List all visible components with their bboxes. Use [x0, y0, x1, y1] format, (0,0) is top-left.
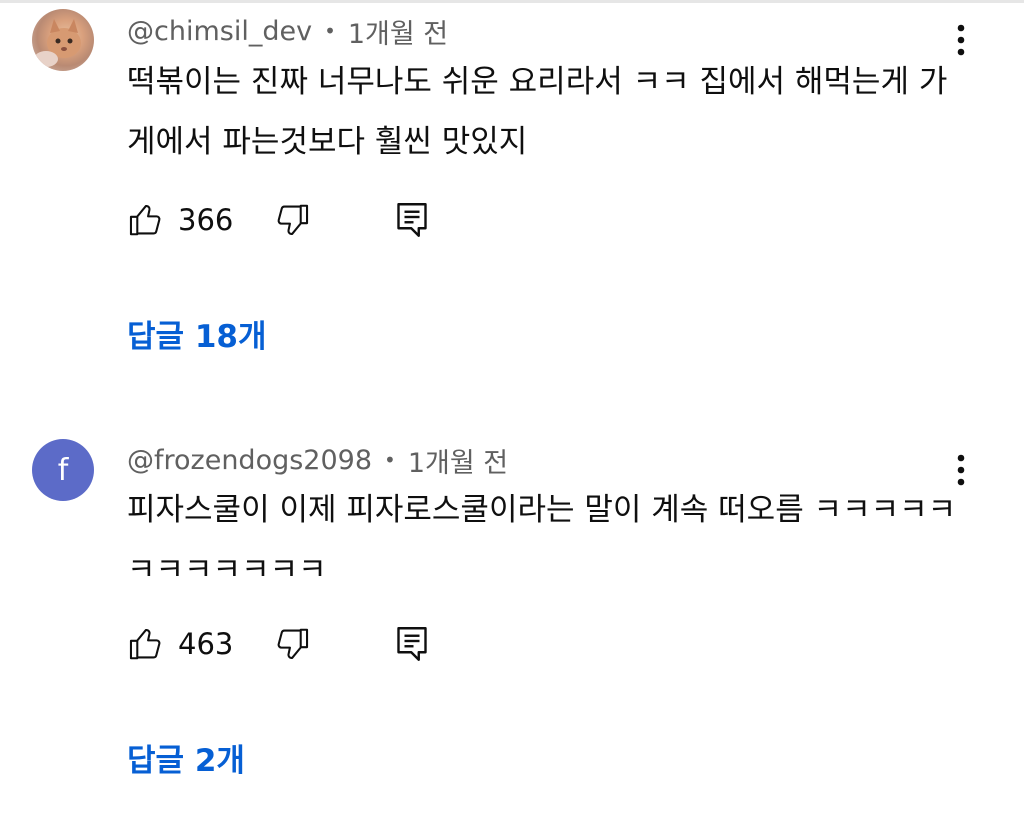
comment-meta: @frozendogs2098 • 1개월 전 [127, 440, 508, 480]
cat-photo-avatar-icon [34, 19, 81, 67]
avatar[interactable] [32, 9, 94, 71]
avatar-letter: f [57, 452, 69, 488]
comment-text: 떡볶이는 진짜 너무나도 쉬운 요리라서 ㅋㅋ 집에서 해먹는게 가게에서 파는… [127, 64, 948, 160]
avatar[interactable]: f [32, 439, 94, 501]
comment-time: 1개월 전 [347, 18, 449, 50]
meta-separator: • [324, 19, 336, 43]
thumbs-up-icon [129, 205, 161, 236]
like-count: 366 [178, 203, 234, 237]
thumbs-down-icon [277, 204, 309, 235]
author-name[interactable]: @frozendogs2098 [127, 445, 372, 476]
meta-separator: • [384, 448, 396, 472]
like-button[interactable] [126, 622, 166, 666]
like-count: 463 [178, 627, 234, 661]
reply-comment-icon [397, 203, 427, 237]
comment-time: 1개월 전 [407, 447, 509, 479]
dislike-button[interactable] [272, 622, 312, 666]
top-divider [0, 0, 1024, 3]
view-replies-link[interactable]: 답글 18개 [127, 311, 267, 356]
thumbs-down-icon [277, 628, 309, 659]
reply-comment-icon [397, 627, 427, 661]
thumbs-up-icon [129, 629, 161, 660]
reply-button[interactable] [392, 198, 432, 242]
comment-text: 피자스쿨이 이제 피자로스쿨이라는 말이 계속 떠오름 ㅋㅋㅋㅋㅋㅋㅋㅋㅋㅋㅋㅋ [127, 492, 957, 588]
dislike-button[interactable] [272, 198, 312, 242]
author-name[interactable]: @chimsil_dev [127, 16, 312, 47]
comment-actions: 366 [126, 198, 432, 242]
view-replies-link[interactable]: 답글 2개 [127, 735, 245, 780]
reply-button[interactable] [392, 622, 432, 666]
comment-meta: @chimsil_dev • 1개월 전 [127, 11, 448, 51]
like-button[interactable] [126, 198, 166, 242]
comment-actions: 463 [126, 622, 432, 666]
